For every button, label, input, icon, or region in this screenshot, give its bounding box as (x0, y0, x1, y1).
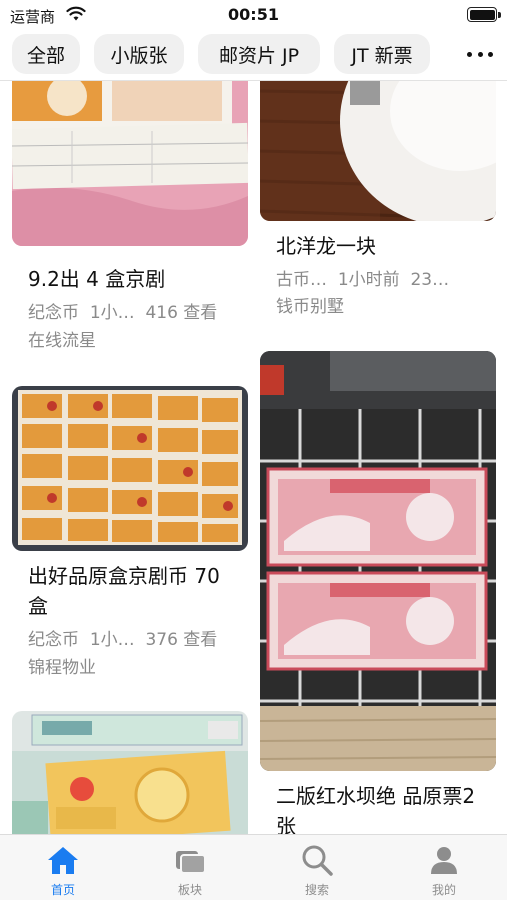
tabbar-label: 板块 (177, 883, 202, 897)
post-author[interactable]: 钱币别墅 (276, 292, 344, 317)
post-image-red-dam-notes[interactable] (260, 351, 496, 771)
status-bar: 运营商 00:51 (0, 0, 507, 30)
tabbar-label: 我的 (431, 883, 456, 897)
post-time: 1小时前 (337, 270, 400, 290)
post-category: 纪念币 (28, 303, 79, 323)
post-image-beiyang-coin[interactable] (260, 81, 496, 221)
battery-tip (498, 12, 501, 18)
post-time: 1小… (89, 303, 135, 323)
post-image-peking-opera-boxes[interactable] (12, 81, 248, 246)
post-title[interactable]: 北洋龙一块 (276, 231, 486, 261)
tab-jt-new-stamps[interactable]: JT 新票 (334, 34, 430, 74)
tabbar-search[interactable]: 搜索 (254, 835, 380, 900)
tabbar-label: 首页 (50, 883, 75, 897)
search-icon (302, 845, 333, 876)
post-category: 纪念币 (28, 630, 79, 650)
post-category: 古币… (276, 270, 327, 290)
tab-mini-sheet[interactable]: 小版张 (94, 34, 184, 74)
post-views: 376 查看 (145, 630, 218, 650)
post-author[interactable]: 锦程物业 (28, 653, 96, 678)
post-time: 1小… (89, 630, 135, 650)
profile-icon (431, 847, 457, 874)
post-views: 23… (410, 270, 450, 290)
more-icon[interactable] (467, 42, 493, 66)
tabbar-profile[interactable]: 我的 (381, 835, 507, 900)
tab-all[interactable]: 全部 (12, 34, 80, 74)
feed[interactable]: 9.2出 4 盒京剧 纪念币 1小… 416 查看 在线流星 出好品原盒京剧币 … (0, 81, 507, 834)
post-meta: 纪念币 1小… 416 查看 (28, 298, 217, 323)
post-image-coin-boxes[interactable] (12, 386, 248, 551)
status-time: 00:51 (228, 5, 279, 24)
post-image-graded-banknotes[interactable] (12, 711, 248, 834)
category-tabs: 全部 小版张 邮资片 JP JT 新票 (0, 32, 507, 80)
post-meta: 古币… 1小时前 23… (276, 265, 449, 290)
post-title[interactable]: 出好品原盒京剧币 70盒 (28, 561, 238, 621)
tab-postal-card[interactable]: 邮资片 JP (198, 34, 320, 74)
tabbar-label: 搜索 (304, 883, 329, 897)
tab-bar: 首页 板块 搜索 我的 (0, 834, 507, 900)
post-author[interactable]: 在线流星 (28, 326, 96, 351)
post-title[interactable]: 9.2出 4 盒京剧 (28, 264, 238, 294)
battery-icon (467, 7, 497, 22)
post-meta: 纪念币 1小… 376 查看 (28, 625, 217, 650)
post-title[interactable]: 二版红水坝绝 品原票2张 (276, 781, 491, 834)
tabbar-home[interactable]: 首页 (0, 835, 126, 900)
post-views: 416 查看 (145, 303, 218, 323)
tabbar-boards[interactable]: 板块 (127, 835, 253, 900)
board-icon (176, 851, 206, 874)
home-icon (48, 847, 78, 874)
